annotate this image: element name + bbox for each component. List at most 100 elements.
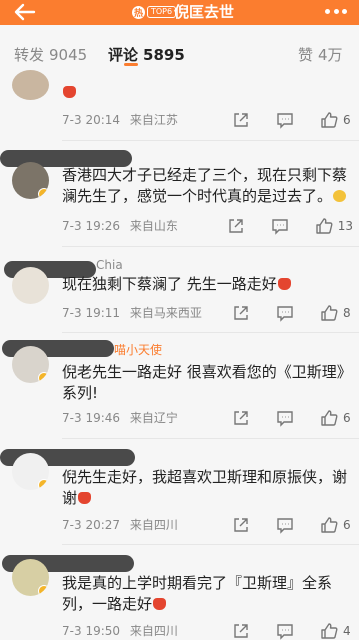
comment-actions: 8	[232, 304, 353, 322]
avatar[interactable]	[12, 162, 49, 199]
comment-meta: 7-3 20:27 来自四川	[62, 517, 178, 533]
comment-location: 来自山东	[129, 219, 178, 233]
comment-time: 19:46	[85, 411, 121, 425]
page-title: 倪匡去世	[174, 3, 235, 21]
reply-icon[interactable]	[276, 409, 294, 427]
hot-rank-badge: 热 TOP6	[132, 5, 177, 19]
tab-likes[interactable]: 赞 4万	[298, 45, 343, 65]
divider	[62, 140, 359, 141]
like-count: 6	[343, 518, 351, 532]
tab-comments-count: 5895	[143, 46, 185, 64]
like-count: 4	[343, 624, 351, 638]
tab-comments[interactable]: 评论 5895	[108, 45, 185, 65]
comment-date: 7-3	[62, 306, 82, 320]
comment-location: 来自四川	[129, 624, 178, 638]
like-count: 13	[337, 219, 353, 233]
like-count: 8	[343, 306, 351, 320]
share-icon[interactable]	[232, 111, 250, 129]
share-icon[interactable]	[227, 217, 245, 235]
hot-badge-icon: 热	[132, 5, 145, 19]
like-count: 6	[343, 411, 351, 425]
tab-comments-label: 评论	[108, 46, 139, 64]
comment-text: 现在独剩下蔡澜了 先生一路走好	[62, 274, 352, 295]
active-tab-indicator	[124, 63, 138, 66]
avatar[interactable]	[12, 70, 49, 100]
comment-time: 19:11	[85, 306, 121, 320]
comment-text: 香港四大才子已经走了三个，现在只剩下蔡澜先生了，感觉一个时代真的是过去了。	[62, 166, 348, 205]
back-arrow-icon[interactable]	[12, 2, 38, 22]
comment-time: 19:26	[85, 219, 121, 233]
emoji-icon	[78, 492, 92, 504]
verified-badge-icon	[38, 188, 49, 199]
avatar[interactable]	[12, 559, 49, 596]
comment-text	[62, 82, 352, 103]
like-count: 6	[343, 113, 351, 127]
emoji-icon	[277, 278, 291, 290]
username[interactable]: 喵小天使	[114, 342, 162, 358]
reply-icon[interactable]	[276, 516, 294, 534]
like-icon[interactable]	[320, 516, 338, 534]
avatar[interactable]	[12, 453, 49, 490]
emoji-icon	[333, 190, 347, 202]
comment-time: 20:27	[85, 518, 121, 532]
comment-text: 我是真的上学时期看完了『卫斯理』全系列，一路走好	[62, 574, 333, 613]
verified-badge-icon	[38, 372, 49, 383]
more-dots-icon[interactable]	[325, 9, 347, 15]
comment-text: 倪老先生一路走好 很喜欢看您的《卫斯理》系列!	[62, 363, 352, 402]
comment-location: 来自辽宁	[129, 411, 178, 425]
comment-location: 来自马来西亚	[129, 306, 202, 320]
share-icon[interactable]	[232, 622, 250, 640]
like-icon[interactable]	[320, 622, 338, 640]
comment-date: 7-3	[62, 411, 82, 425]
like-icon[interactable]	[320, 409, 338, 427]
share-icon[interactable]	[232, 516, 250, 534]
comment-actions: 6	[232, 409, 353, 427]
comment-meta: 7-3 19:50 来自四川	[62, 623, 178, 639]
divider	[62, 246, 359, 247]
comment-actions: 6	[232, 111, 353, 129]
tab-reposts-label: 转发	[14, 46, 45, 64]
avatar[interactable]	[12, 267, 49, 304]
verified-badge-icon	[38, 479, 49, 490]
verified-badge-icon	[38, 585, 49, 596]
tab-likes-label: 赞	[298, 46, 314, 64]
comment-date: 7-3	[62, 113, 82, 127]
comment-text: 倪先生走好，我超喜欢卫斯理和原振侠，谢谢	[62, 468, 348, 507]
comment-location: 来自四川	[129, 518, 178, 532]
comment-time: 20:14	[85, 113, 121, 127]
tab-likes-count: 4万	[318, 46, 343, 64]
emoji-icon	[153, 598, 167, 610]
divider	[62, 332, 359, 333]
like-icon[interactable]	[320, 304, 338, 322]
top-bar: 热 TOP6 倪匡去世	[0, 0, 359, 25]
like-icon[interactable]	[320, 111, 338, 129]
comment-date: 7-3	[62, 219, 82, 233]
comment-meta: 7-3 19:26 来自山东	[62, 218, 178, 234]
reply-icon[interactable]	[276, 304, 294, 322]
share-icon[interactable]	[232, 304, 250, 322]
tab-reposts-count: 9045	[49, 46, 88, 64]
username[interactable]: Chia	[96, 257, 123, 273]
tab-reposts[interactable]: 转发 9045	[14, 45, 87, 65]
tab-bar: 转发 9045 评论 5895 赞 4万	[0, 25, 359, 67]
comment-actions: 13	[227, 217, 353, 235]
like-icon[interactable]	[315, 217, 333, 235]
comment-meta: 7-3 19:11 来自马来西亚	[62, 305, 202, 321]
comment-actions: 6	[232, 516, 353, 534]
comment-location: 来自江苏	[129, 113, 178, 127]
comment-meta: 7-3 20:14 来自江苏	[62, 112, 178, 128]
share-icon[interactable]	[232, 409, 250, 427]
reply-icon[interactable]	[271, 217, 289, 235]
comment-actions: 4	[232, 622, 353, 640]
divider	[62, 438, 359, 439]
reply-icon[interactable]	[276, 111, 294, 129]
comment-meta: 7-3 19:46 来自辽宁	[62, 410, 178, 426]
emoji-icon	[63, 86, 76, 98]
comment-date: 7-3	[62, 518, 82, 532]
comment-time: 19:50	[85, 624, 121, 638]
avatar[interactable]	[12, 346, 49, 383]
reply-icon[interactable]	[276, 622, 294, 640]
hot-rank-label: TOP6	[147, 6, 177, 18]
comment-date: 7-3	[62, 624, 82, 638]
divider	[62, 544, 359, 545]
